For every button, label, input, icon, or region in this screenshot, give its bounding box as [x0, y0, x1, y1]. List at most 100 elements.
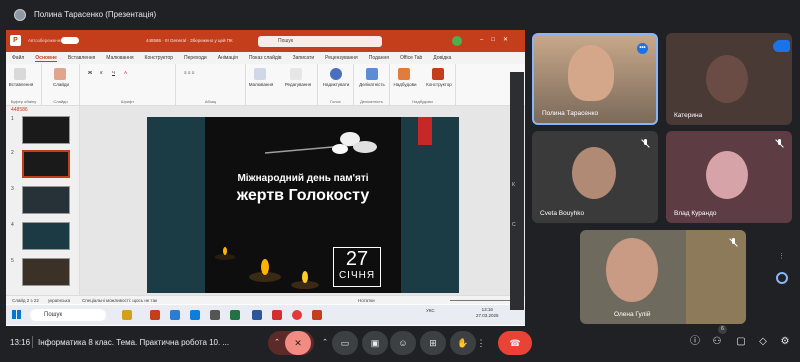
tab-insert[interactable]: Вставлення — [68, 55, 95, 61]
host-controls-icon[interactable]: ⚙ — [778, 335, 792, 349]
ppt-titlebar: P Автозбереження 448586 · ІІІ General · … — [6, 30, 525, 52]
chat-icon[interactable]: ▢ — [734, 335, 748, 349]
info-icon[interactable]: ⓘ — [688, 335, 702, 349]
slide-thumbnail[interactable] — [22, 222, 70, 250]
italic-button[interactable]: К — [100, 70, 103, 75]
participant-tile[interactable]: Влад Курандо — [666, 131, 792, 223]
zoom-slider[interactable] — [450, 300, 510, 301]
people-icon[interactable]: ⚇ — [710, 335, 724, 349]
tab-draw[interactable]: Малювання — [106, 55, 133, 61]
end-call-button[interactable]: ☎ — [498, 331, 532, 355]
group-slides-label: Слайди — [53, 99, 68, 104]
addins-icon[interactable] — [398, 68, 410, 80]
group-voice: Надиктувати Голос — [318, 64, 354, 106]
new-slide-icon[interactable] — [54, 68, 66, 80]
underline-button[interactable]: Ч — [112, 70, 115, 75]
thumb-number: 4 — [11, 222, 14, 228]
slide-counter: Слайд 2 з 22 — [12, 298, 39, 303]
tab-slideshow[interactable]: Показ слайдів — [249, 55, 282, 61]
language-status[interactable]: українська — [48, 298, 70, 303]
tab-design[interactable]: Конструктор — [145, 55, 174, 61]
excel-icon[interactable] — [230, 310, 240, 320]
ppt-search-placeholder: Пошук — [278, 38, 294, 44]
app-icon[interactable] — [210, 310, 220, 320]
mic-options-chevron-icon[interactable]: ⌃ — [270, 331, 284, 355]
sensitivity-button[interactable]: Делікатність — [354, 82, 390, 87]
designer-button[interactable]: Конструктор — [422, 82, 456, 87]
font-color-button[interactable]: A — [124, 70, 127, 75]
camera-button[interactable]: ▭ — [332, 331, 358, 355]
activities-icon[interactable]: ◇ — [756, 335, 770, 349]
tab-help[interactable]: Довідка — [433, 55, 451, 61]
captions-button[interactable]: ▣ — [362, 331, 388, 355]
participant-tile-active[interactable]: ••• Полина Тарасенко — [532, 33, 658, 125]
ppt-search-input[interactable] — [258, 36, 382, 47]
folder-icon[interactable] — [122, 310, 132, 320]
sensitivity-icon[interactable] — [366, 68, 378, 80]
windows-search-input[interactable] — [30, 309, 106, 321]
slide-thumbnail[interactable] — [22, 116, 70, 144]
windows-search-label: Пошук — [44, 312, 63, 318]
powerpoint-taskbar-icon[interactable] — [312, 310, 322, 320]
current-slide[interactable]: Міжнародний день пам'яті жертв Голокосту… — [147, 117, 459, 293]
tab-view[interactable]: Подання — [369, 55, 389, 61]
slides-button[interactable]: Слайди — [42, 82, 80, 87]
slide-thumbnail[interactable] — [22, 258, 70, 286]
slide-thumbnail[interactable] — [22, 186, 70, 214]
participant-tile[interactable]: •• Катерина — [666, 33, 792, 125]
participant-name: Влад Курандо — [674, 210, 717, 217]
side-badge-icon[interactable] — [776, 40, 790, 52]
present-button[interactable]: ⊞ — [420, 331, 446, 355]
bold-button[interactable]: Ж — [88, 70, 92, 75]
word-icon[interactable] — [252, 310, 262, 320]
dictate-button[interactable]: Надиктувати — [318, 82, 354, 87]
powerpoint-taskbar-icon[interactable] — [150, 310, 160, 320]
more-icon[interactable]: ⋮ — [778, 252, 785, 260]
more-options-icon[interactable]: ⋮ — [472, 331, 490, 355]
strip-letter: С — [512, 222, 516, 228]
tab-file[interactable]: Файл — [12, 55, 24, 61]
chrome-icon[interactable] — [292, 310, 302, 320]
paste-button[interactable]: Вставлення — [6, 82, 36, 87]
designer-icon[interactable] — [432, 68, 444, 80]
accessibility-status[interactable]: Спеціальні можливості: щось не так — [82, 298, 157, 303]
window-controls[interactable]: –□✕ — [480, 36, 516, 43]
tray-language[interactable]: УКС — [426, 308, 435, 313]
tab-office-tab[interactable]: Office Tab — [400, 55, 422, 61]
tab-home[interactable]: Основне — [35, 55, 57, 62]
draw-button[interactable]: Малювання — [246, 82, 276, 87]
ppt-user-avatar[interactable] — [452, 36, 462, 46]
paste-icon[interactable] — [14, 68, 26, 80]
group-sensitivity: Делікатність Делікатність — [354, 64, 390, 106]
participant-video — [568, 45, 614, 101]
emoji-button[interactable]: ☺ — [390, 331, 416, 355]
camera-options-chevron-icon[interactable]: ⌃ — [318, 331, 332, 355]
microphone-icon[interactable] — [330, 68, 342, 80]
notes-button[interactable]: Нотатки — [358, 298, 375, 303]
tab-transitions[interactable]: Переходи — [184, 55, 207, 61]
tab-review[interactable]: Рецензування — [325, 55, 358, 61]
participant-tile[interactable]: Олена Гулій — [580, 230, 746, 324]
windows-start-icon[interactable] — [12, 310, 21, 319]
draw-icon[interactable] — [254, 68, 266, 80]
thumb-number: 2 — [11, 150, 14, 156]
app-icon[interactable] — [272, 310, 282, 320]
meet-top-bar: Полина Тарасенко (Презентація) — [0, 0, 800, 28]
autosave-toggle[interactable] — [61, 37, 79, 44]
addins-button[interactable]: Надбудови — [390, 82, 420, 87]
gemini-icon[interactable] — [776, 272, 788, 284]
slide-thumbnail-selected[interactable] — [22, 150, 70, 178]
tab-animations[interactable]: Анімація — [218, 55, 238, 61]
edge-icon[interactable] — [190, 310, 200, 320]
mic-off-button[interactable]: ✕ — [285, 331, 311, 355]
group-font-label: Шрифт — [120, 99, 135, 104]
group-slides: Слайди Слайди — [42, 64, 80, 106]
tab-record[interactable]: Записати — [293, 55, 315, 61]
participant-tile[interactable]: Cveta Bouyhko — [532, 131, 658, 223]
group-paragraph: ≡ ≡ ≡ Абзац — [176, 64, 246, 106]
edit-button[interactable]: Редагування — [280, 82, 316, 87]
date-month: СІЧНЯ — [338, 270, 376, 281]
edit-icon[interactable] — [290, 68, 302, 80]
align-buttons[interactable]: ≡ ≡ ≡ — [184, 70, 194, 75]
app-icon[interactable] — [170, 310, 180, 320]
